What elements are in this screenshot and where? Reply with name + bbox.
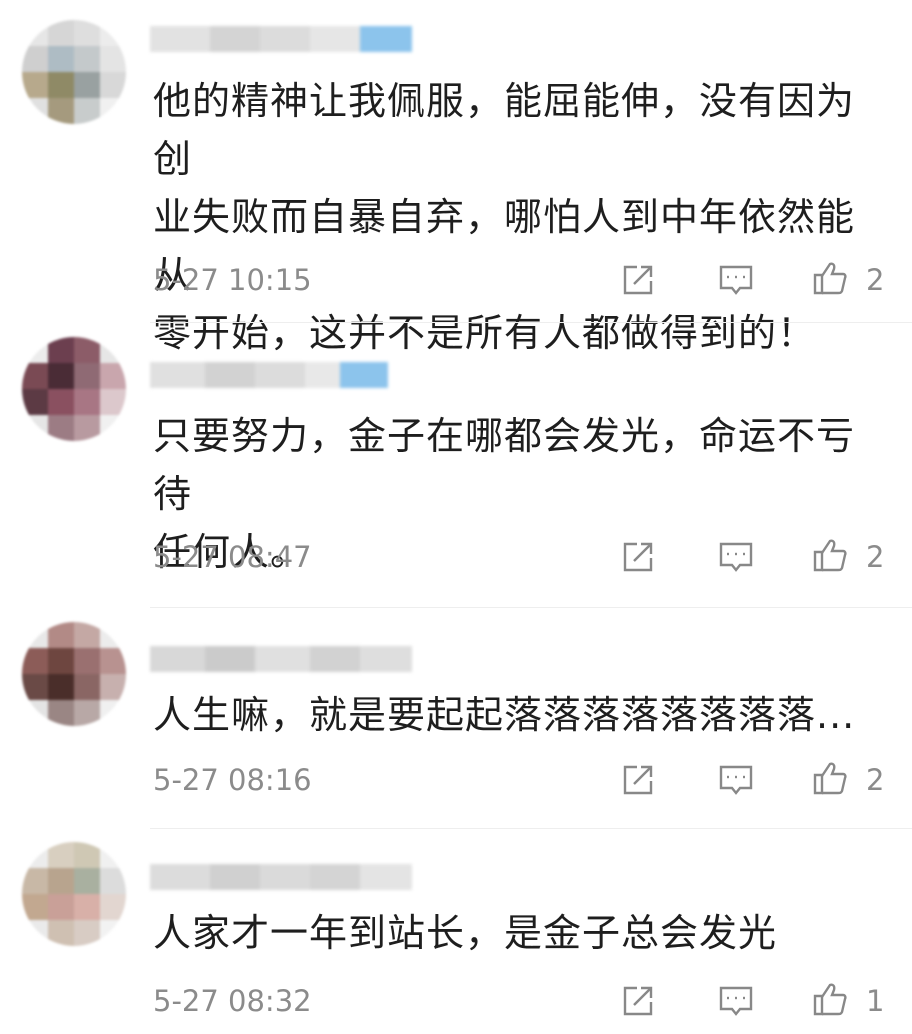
thumbs-up-icon[interactable] — [812, 537, 848, 573]
divider — [150, 607, 912, 608]
avatar[interactable] — [22, 337, 126, 441]
divider — [150, 828, 912, 829]
username-blurred[interactable] — [150, 864, 412, 890]
like-count: 1 — [866, 984, 885, 1018]
comment-item: 只要努力，金子在哪都会发光，命运不亏待 任何人。 5-27 08:47 2 — [0, 325, 912, 610]
comment-timestamp: 5-27 08:32 — [153, 984, 312, 1018]
username-blurred[interactable] — [150, 26, 412, 52]
share-icon[interactable] — [620, 983, 656, 1019]
like-count: 2 — [866, 540, 885, 574]
username-blurred[interactable] — [150, 362, 388, 388]
share-icon[interactable] — [620, 762, 656, 798]
avatar[interactable] — [22, 622, 126, 726]
avatar[interactable] — [22, 20, 126, 124]
comment-item: 人家才一年到站长，是金子总会发光 5-27 08:32 1 — [0, 830, 912, 1034]
comment-timestamp: 5-27 10:15 — [153, 263, 312, 297]
divider — [150, 322, 912, 323]
comment-text: 他的精神让我佩服，能屈能伸，没有因为创 业失败而自暴自弃，哪怕人到中年依然能从 … — [153, 79, 856, 355]
comment-timestamp: 5-27 08:16 — [153, 763, 312, 797]
comment-item: 人生嘛，就是要起起落落落落落落落落... 5-27 08:16 2 — [0, 610, 912, 830]
comment-icon[interactable] — [718, 262, 754, 298]
thumbs-up-icon[interactable] — [812, 260, 848, 296]
comment-icon[interactable] — [718, 762, 754, 798]
username-blurred[interactable] — [150, 646, 412, 672]
comment-text: 人家才一年到站长，是金子总会发光 — [153, 911, 778, 955]
comment-icon[interactable] — [718, 983, 754, 1019]
share-icon[interactable] — [620, 262, 656, 298]
avatar[interactable] — [22, 842, 126, 946]
comment-timestamp: 5-27 08:47 — [153, 540, 312, 574]
share-icon[interactable] — [620, 539, 656, 575]
comment-icon[interactable] — [718, 539, 754, 575]
comment-item: 他的精神让我佩服，能屈能伸，没有因为创 业失败而自暴自弃，哪怕人到中年依然能从 … — [0, 0, 912, 355]
thumbs-up-icon[interactable] — [812, 981, 848, 1017]
thumbs-up-icon[interactable] — [812, 760, 848, 796]
like-count: 2 — [866, 763, 885, 797]
comment-text: 人生嘛，就是要起起落落落落落落落落... — [153, 693, 856, 737]
like-count: 2 — [866, 263, 885, 297]
